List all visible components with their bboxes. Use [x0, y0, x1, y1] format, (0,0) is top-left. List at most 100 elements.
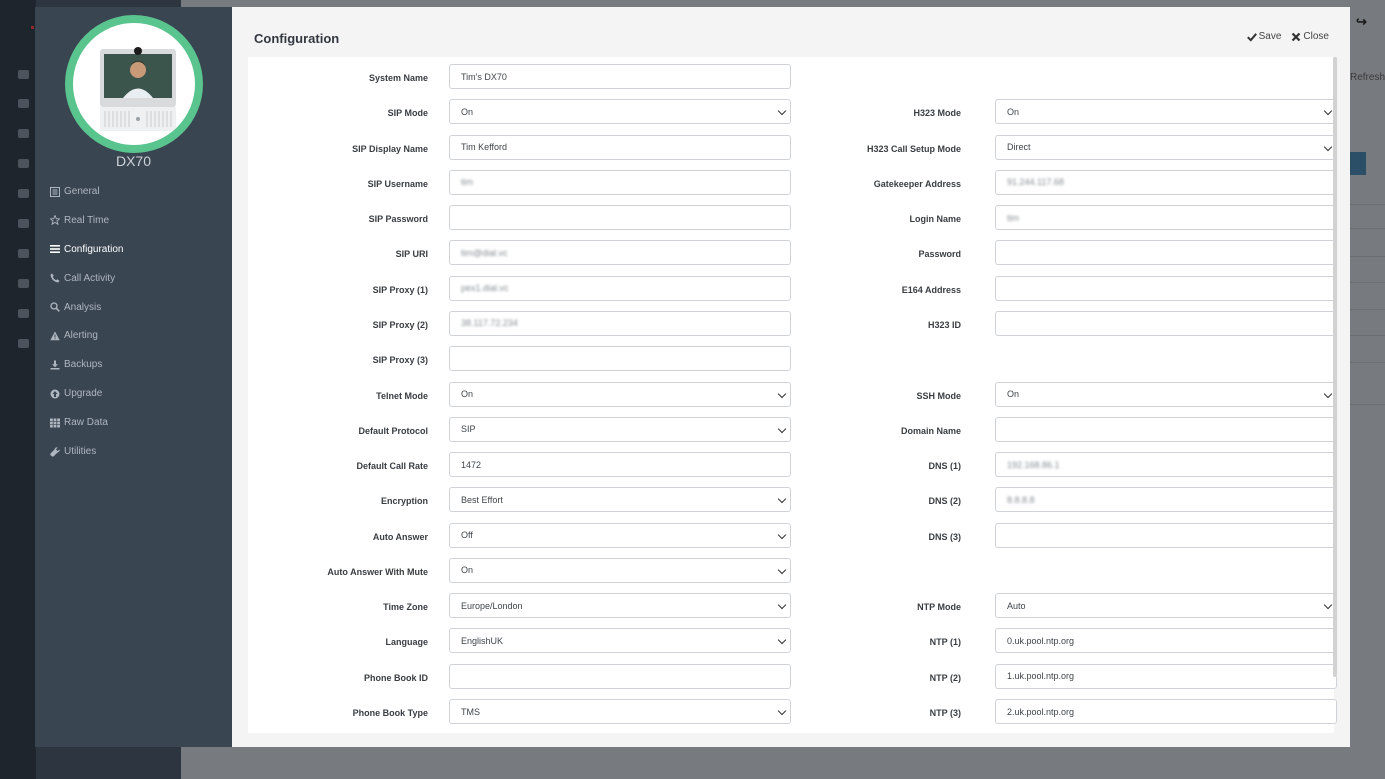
sip-mode-select[interactable]: On	[449, 99, 791, 125]
sidebar-item-analysis[interactable]: Analysis	[49, 302, 123, 331]
domain-name-label: Domain Name	[900, 425, 961, 436]
h323-mode-select[interactable]: On	[995, 99, 1337, 125]
sidebar-item-label: Analysis	[64, 301, 102, 313]
gatekeeper-address-label: Gatekeeper Address	[873, 178, 961, 189]
sip-mode-value: On	[461, 106, 474, 117]
ntp-1-value: 0.uk.pool.ntp.org	[1007, 635, 1075, 646]
grid-icon	[49, 417, 60, 428]
sidebar-item-backups[interactable]: Backups	[49, 359, 123, 388]
default-protocol-select[interactable]: SIP	[449, 416, 791, 442]
close-icon	[1292, 32, 1301, 41]
ntp-2-label: NTP (2)	[929, 672, 961, 683]
login-name-label: Login Name	[909, 214, 961, 225]
time-zone-select[interactable]: Europe/London	[449, 593, 791, 619]
sip-proxy-3-input[interactable]	[449, 346, 791, 372]
sidebar-item-label: Upgrade	[64, 388, 103, 400]
sidebar-item-real-time[interactable]: Real Time	[49, 215, 123, 244]
language-value: EnglishUK	[461, 635, 504, 646]
sip-proxy-1-input[interactable]: pex1.dial.vc	[449, 275, 791, 301]
sidebar-item-raw-data[interactable]: Raw Data	[49, 417, 123, 446]
background-divider	[1350, 204, 1385, 205]
e164-address-input[interactable]	[995, 275, 1337, 301]
refresh-link[interactable]: Refresh	[1350, 72, 1385, 83]
sip-username-value: tim	[461, 177, 473, 188]
star-icon	[49, 215, 60, 226]
ntp-mode-select[interactable]: Auto	[995, 593, 1337, 619]
dns-2-label: DNS (2)	[928, 496, 961, 507]
sidebar-item-label: Real Time	[64, 214, 110, 226]
download-icon	[49, 359, 60, 370]
sidebar-item-label: Raw Data	[64, 417, 108, 429]
ntp-2-input[interactable]: 1.uk.pool.ntp.org	[995, 663, 1337, 689]
ntp-3-label: NTP (3)	[929, 708, 961, 719]
phone-book-type-label: Phone Book Type	[352, 708, 428, 719]
phone-book-id-input[interactable]	[449, 663, 791, 689]
sip-password-input[interactable]	[449, 205, 791, 231]
background-divider	[1350, 282, 1385, 283]
login-name-input[interactable]: tim	[995, 205, 1337, 231]
network-icon	[18, 219, 29, 228]
sip-uri-label: SIP URI	[395, 249, 428, 260]
close-button-label: Close	[1303, 31, 1329, 42]
ntp-1-input[interactable]: 0.uk.pool.ntp.org	[995, 628, 1337, 654]
save-button[interactable]: Save	[1246, 31, 1281, 42]
sidebar-item-label: General	[64, 186, 100, 197]
auto-answer-value: Off	[461, 530, 473, 541]
h323-call-setup-mode-label: H323 Call Setup Mode	[866, 143, 961, 154]
default-call-rate-input[interactable]: 1472	[449, 452, 791, 478]
h323-id-input[interactable]	[995, 310, 1337, 336]
book-icon	[18, 189, 29, 198]
sip-display-name-input[interactable]: Tim Kefford	[449, 134, 791, 160]
sidebar-item-call-activity[interactable]: Call Activity	[49, 273, 123, 302]
video-icon	[18, 129, 29, 138]
sip-proxy-3-label: SIP Proxy (3)	[372, 355, 428, 366]
h323-call-setup-mode-select[interactable]: Direct	[995, 134, 1337, 160]
sidebar-item-alerting[interactable]: Alerting	[49, 330, 123, 359]
sidebar-item-label: Call Activity	[64, 272, 116, 284]
phone-book-id-label: Phone Book ID	[363, 672, 428, 683]
ntp-mode-label: NTP Mode	[917, 602, 961, 613]
language-select[interactable]: EnglishUK	[449, 628, 791, 654]
gatekeeper-address-value: 91.244.117.68	[1007, 177, 1064, 188]
auto-answer-select[interactable]: Off	[449, 522, 791, 548]
sip-proxy-2-input[interactable]: 38.117.72.234	[449, 310, 791, 336]
upgrade-icon	[49, 388, 60, 399]
background-button[interactable]	[1350, 152, 1366, 175]
phone-book-type-select[interactable]: TMS	[449, 699, 791, 725]
sip-uri-input[interactable]: tim@dial.vc	[449, 240, 791, 266]
gatekeeper-address-input[interactable]: 91.244.117.68	[995, 169, 1337, 195]
ssh-mode-select[interactable]: On	[995, 381, 1337, 407]
notification-dot	[31, 26, 34, 29]
domain-name-input[interactable]	[995, 416, 1337, 442]
encryption-value: Best Effort	[461, 494, 503, 505]
logout-icon[interactable]: ↪	[1356, 14, 1367, 30]
encryption-select[interactable]: Best Effort	[449, 487, 791, 513]
auto-answer-with-mute-select[interactable]: On	[449, 557, 791, 583]
search-icon	[49, 302, 60, 313]
sip-proxy-1-value: pex1.dial.vc	[461, 283, 509, 294]
dx70-device-image	[100, 47, 176, 131]
sidebar-item-configuration[interactable]: Configuration	[49, 244, 123, 273]
sidebar-item-utilities[interactable]: Utilities	[49, 446, 123, 475]
close-button[interactable]: Close	[1291, 31, 1329, 42]
clock-icon	[18, 249, 29, 258]
system-name-input[interactable]: Tim's DX70	[449, 64, 791, 89]
ntp-3-input[interactable]: 2.uk.pool.ntp.org	[995, 699, 1337, 725]
sidebar-item-upgrade[interactable]: Upgrade	[49, 388, 123, 417]
ntp-3-value: 2.uk.pool.ntp.org	[1007, 706, 1075, 717]
wrench-icon	[49, 446, 60, 457]
dns-1-input[interactable]: 192.168.86.1	[995, 452, 1337, 478]
sidebar-item-general[interactable]: General	[49, 186, 123, 215]
configuration-panel: Configuration Save Close System Name Tim'…	[232, 7, 1350, 747]
telnet-mode-select[interactable]: On	[449, 381, 791, 407]
language-label: Language	[385, 637, 428, 648]
default-call-rate-label: Default Call Rate	[356, 461, 428, 472]
default-call-rate-value: 1472	[461, 459, 482, 470]
scrollbar-thumb[interactable]	[1333, 57, 1337, 677]
sip-username-input[interactable]: tim	[449, 169, 791, 195]
auto-answer-label: Auto Answer	[372, 531, 428, 542]
password-input[interactable]	[995, 240, 1337, 266]
dns-2-input[interactable]: 8.8.8.8	[995, 487, 1337, 513]
sidebar-item-label: Alerting	[64, 330, 98, 342]
dns-3-input[interactable]	[995, 522, 1337, 548]
